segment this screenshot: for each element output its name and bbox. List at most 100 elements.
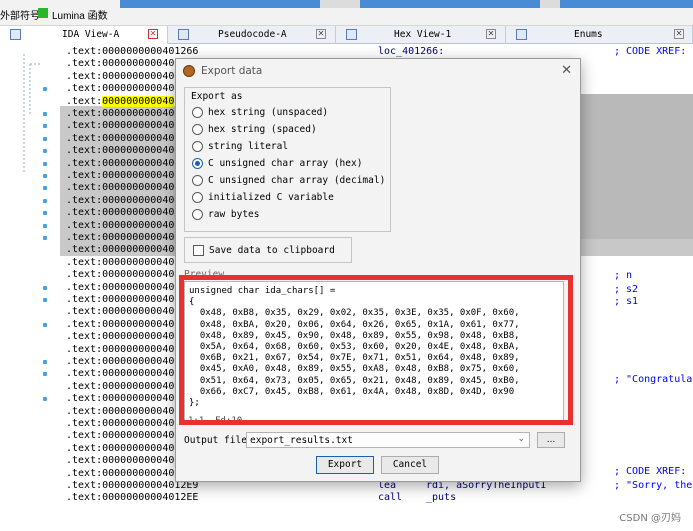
listing-row[interactable]: .text:000000000040129 <box>66 195 192 207</box>
close-icon[interactable]: ✕ <box>486 29 496 39</box>
listing-row[interactable]: .text:000000000040129 <box>66 220 192 232</box>
listing-row[interactable]: .text:00000000004012D <box>66 368 192 380</box>
breakpoint-marker <box>43 124 47 129</box>
listing-row[interactable]: .text:00000000004012D <box>66 430 192 442</box>
tab-label: Hex View-1 <box>394 29 452 40</box>
output-file-value: export_results.txt <box>250 435 353 446</box>
preview-line: 0x6B, 0x21, 0x67, 0x54, 0x7E, 0x71, 0x51… <box>189 353 520 364</box>
radio-button[interactable] <box>192 175 203 186</box>
option-label: string literal <box>208 141 289 152</box>
listing-row[interactable]: .text:00000000004012C <box>66 306 192 318</box>
breakpoint-marker <box>43 87 47 92</box>
radio-button[interactable] <box>192 192 203 203</box>
listing-row[interactable]: .text:0000000000401266 <box>66 46 198 58</box>
listing-row[interactable]: .text:00000000004012B <box>66 294 192 306</box>
listing-row[interactable]: .text:00000000004012D <box>66 406 192 418</box>
listing-row[interactable]: .text:000000000040126 <box>66 71 192 83</box>
close-icon[interactable]: ✕ <box>148 29 158 39</box>
highlighted-address: 000000000040 <box>102 95 175 107</box>
listing-row[interactable]: .text:00000000004012A <box>66 244 192 256</box>
breakpoint-marker <box>43 198 47 203</box>
output-file-combobox[interactable]: export_results.txt ⌄ <box>246 432 530 448</box>
close-icon[interactable]: ✕ <box>674 29 684 39</box>
code-xref-comment: ; CODE XREF: <box>614 46 687 57</box>
preview-line: 0x48, 0xB8, 0x35, 0x29, 0x02, 0x35, 0x3E… <box>189 308 520 319</box>
preview-line: 0x51, 0x64, 0x73, 0x05, 0x65, 0x21, 0x48… <box>189 375 520 386</box>
instr-call-mnemonic[interactable]: call <box>378 492 402 504</box>
tab-ida-view-a[interactable]: IDA View-A ✕ <box>0 26 168 44</box>
listing-row[interactable]: .text:000000000040128 <box>66 145 192 157</box>
listing-row[interactable]: .text:00000000004012B <box>66 282 192 294</box>
listing-row[interactable]: .text:000000000040129 <box>66 207 192 219</box>
listing-row[interactable]: .text:00000000004012D <box>66 393 192 405</box>
listing-row[interactable]: .text:000000000040128 <box>66 158 192 170</box>
tab-enums[interactable]: Enums ✕ <box>506 26 693 44</box>
tab-bar: IDA View-A ✕ Pseudocode-A ✕ Hex View-1 ✕… <box>0 26 693 44</box>
breakpoint-marker <box>43 136 47 141</box>
comment-s1: ; s1 <box>614 296 639 307</box>
close-icon[interactable]: ✕ <box>316 29 326 39</box>
dialog-titlebar[interactable]: Export data ✕ <box>176 59 580 83</box>
clipboard-label: Save data to clipboard <box>209 245 335 256</box>
legend-lumina-swatch <box>38 8 48 18</box>
breakpoint-marker <box>43 236 47 240</box>
listing-row[interactable]: .text:000000000040128 <box>66 133 192 145</box>
radio-button[interactable] <box>192 124 203 135</box>
radio-button[interactable] <box>192 209 203 220</box>
option-label: C unsigned char array (hex) <box>208 158 363 169</box>
preview-status: 1:1 Ed:10 <box>188 416 243 426</box>
listing-row[interactable]: .text:00000000004012C <box>66 331 192 343</box>
watermark: CSDN @刃妈 <box>619 513 681 524</box>
code-xref-comment-bottom: ; CODE XREF: <box>614 466 687 477</box>
clipboard-checkbox[interactable] <box>193 245 204 256</box>
breakpoint-marker <box>43 211 47 216</box>
listing-row[interactable]: .text:00000000004012EE <box>66 492 198 504</box>
comment-s2: ; s2 <box>614 284 639 295</box>
close-icon[interactable]: ✕ <box>561 63 572 78</box>
breakpoint-marker <box>43 322 47 327</box>
breakpoint-marker <box>43 285 47 290</box>
breakpoint-marker <box>43 397 47 402</box>
address-prefix: .text: <box>66 95 103 107</box>
listing-row[interactable]: .text:00000000004012C <box>66 319 192 331</box>
listing-row[interactable]: .text:000000000040126 <box>66 58 192 70</box>
chevron-down-icon[interactable]: ⌄ <box>517 434 525 444</box>
tab-hex-view-1[interactable]: Hex View-1 ✕ <box>336 26 506 44</box>
pseudocode-icon <box>178 29 189 40</box>
radio-button[interactable] <box>192 141 203 152</box>
listing-row[interactable]: .text:00000000004012D <box>66 418 192 430</box>
export-button[interactable]: Export <box>316 456 374 474</box>
listing-row[interactable]: .text:000000000040127 <box>66 108 192 120</box>
listing-row[interactable]: .text:00000000004012D <box>66 356 192 368</box>
navigation-band[interactable] <box>120 0 693 8</box>
option-label: hex string (spaced) <box>208 124 317 135</box>
listing-row[interactable]: .text:00000000004012D <box>66 443 192 455</box>
radio-button[interactable] <box>192 158 203 169</box>
hex-view-icon <box>346 29 357 40</box>
listing-row[interactable]: .text:00000000004012B <box>66 269 192 281</box>
listing-row[interactable]: .text:000000000040128 <box>66 170 192 182</box>
listing-row[interactable]: .text:000000000040127 <box>66 120 192 132</box>
cancel-button[interactable]: Cancel <box>381 456 439 474</box>
flow-arrows <box>23 54 40 174</box>
legend-bar: 外部符号 Lumina 函数 <box>0 0 693 26</box>
listing-row[interactable]: .text:00000000004012D <box>66 381 192 393</box>
tab-pseudocode-a[interactable]: Pseudocode-A ✕ <box>168 26 336 44</box>
listing-row[interactable]: .text:000000000040 <box>66 95 175 108</box>
browse-button[interactable]: ... <box>537 432 565 448</box>
listing-row[interactable]: .text:00000000004012A <box>66 232 192 244</box>
listing-row[interactable]: .text:00000000004012C <box>66 344 192 356</box>
instr-call-operands[interactable]: _puts <box>426 492 456 504</box>
clipboard-option[interactable]: Save data to clipboard <box>184 237 352 263</box>
tab-label: Enums <box>574 29 603 40</box>
breakpoint-marker <box>43 298 47 302</box>
preview-line: { <box>189 297 195 308</box>
option-label: C unsigned char array (decimal) <box>208 175 386 186</box>
listing-row[interactable]: .text:00000000004012A <box>66 257 192 269</box>
radio-button[interactable] <box>192 107 203 118</box>
preview-line: 0x48, 0x89, 0x45, 0x90, 0x48, 0x89, 0x55… <box>189 330 520 341</box>
listing-row[interactable]: .text:000000000040126 <box>66 83 192 95</box>
listing-row[interactable]: .text:000000000040129 <box>66 182 192 194</box>
label-loc-401266[interactable]: loc_401266: <box>378 46 444 58</box>
preview-textarea[interactable]: unsigned char ida_chars[] ={ 0x48, 0xB8,… <box>184 281 564 425</box>
